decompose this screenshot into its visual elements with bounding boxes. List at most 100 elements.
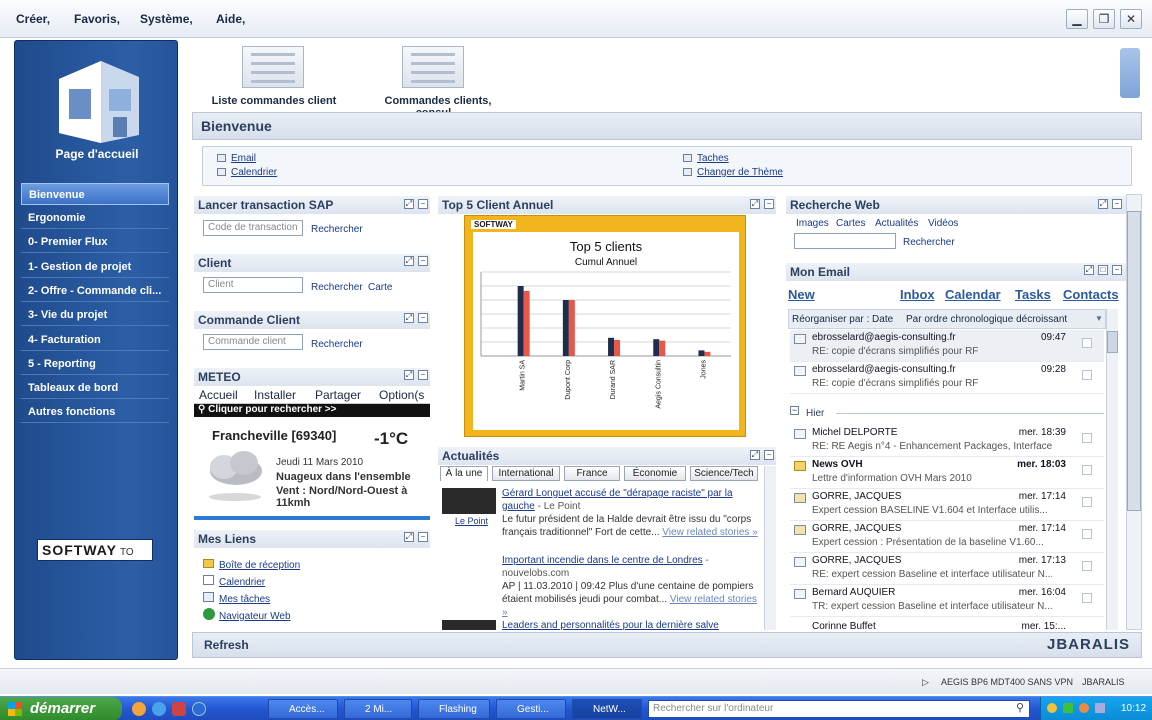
taskbar-search-input[interactable]: Rechercher sur l'ordinateur bbox=[648, 700, 1030, 718]
link-email[interactable]: Email bbox=[231, 153, 256, 164]
client-input[interactable]: Client bbox=[203, 277, 303, 293]
quick-liste-commandes[interactable]: Liste commandes client bbox=[206, 95, 342, 107]
sap-minimize-button[interactable]: − bbox=[418, 199, 428, 209]
nav-ergonomie[interactable]: Ergonomie bbox=[21, 207, 169, 229]
liens-minimize-button[interactable]: − bbox=[418, 532, 428, 542]
taskbar-flashing[interactable]: Flashing bbox=[418, 699, 490, 719]
news-related-1[interactable]: View related stories » bbox=[662, 527, 757, 538]
email-contacts[interactable]: Contacts bbox=[1063, 287, 1119, 302]
meteo-accueil[interactable]: Accueil bbox=[199, 388, 238, 402]
email-row[interactable]: ebrosselard@aegis-consulting.fr RE: copi… bbox=[790, 330, 1104, 362]
email-calendar[interactable]: Calendar bbox=[945, 287, 1001, 302]
flag-icon[interactable] bbox=[1082, 561, 1092, 571]
email-row[interactable]: GORRE, JACQUES Expert cession BASELINE V… bbox=[790, 489, 1104, 521]
actu-minimize-button[interactable]: − bbox=[764, 450, 774, 460]
client-map-button[interactable]: Carte bbox=[368, 282, 392, 293]
web-search-button[interactable]: Rechercher bbox=[903, 237, 955, 248]
nav-offre-commande[interactable]: 2- Offre - Commande cli... bbox=[21, 280, 169, 302]
email-tasks[interactable]: Tasks bbox=[1015, 287, 1051, 302]
client-search-button[interactable]: Rechercher bbox=[311, 282, 363, 293]
web-edit-button[interactable]: ⤢ bbox=[1098, 199, 1108, 209]
start-button[interactable]: démarrer bbox=[0, 697, 122, 720]
link-mes-taches[interactable]: Mes tâches bbox=[219, 594, 270, 605]
link-taches[interactable]: Taches bbox=[697, 153, 729, 164]
email-inbox[interactable]: Inbox bbox=[900, 287, 935, 302]
search-icon[interactable]: ⚲ bbox=[1016, 701, 1024, 714]
side-scroll-arrows[interactable] bbox=[1120, 48, 1140, 98]
top5-minimize-button[interactable]: − bbox=[764, 199, 774, 209]
flag-icon[interactable] bbox=[1082, 370, 1092, 380]
flag-icon[interactable] bbox=[1082, 593, 1092, 603]
sap-search-button[interactable]: Rechercher bbox=[311, 224, 363, 235]
nav-facturation[interactable]: 4- Facturation bbox=[21, 329, 169, 351]
news-headline-2[interactable]: Important incendie dans le centre de Lon… bbox=[502, 555, 703, 566]
news-headline-3[interactable]: Leaders and personnalités pour la derniè… bbox=[502, 620, 719, 630]
commande-input[interactable]: Commande client bbox=[203, 334, 303, 350]
flag-icon[interactable] bbox=[1082, 497, 1092, 507]
nav-tableaux-bord[interactable]: Tableaux de bord bbox=[21, 377, 169, 399]
commande-search-button[interactable]: Rechercher bbox=[311, 339, 363, 350]
web-tab-images[interactable]: Images bbox=[796, 218, 829, 229]
actu-tab-france[interactable]: France bbox=[564, 466, 620, 481]
nav-autres-fonctions[interactable]: Autres fonctions bbox=[21, 401, 169, 423]
quick-commandes-consul-icon[interactable] bbox=[402, 46, 464, 88]
taskbar-gesti[interactable]: Gesti... bbox=[496, 699, 566, 719]
nav-reporting[interactable]: 5 - Reporting bbox=[21, 353, 169, 375]
meteo-partager[interactable]: Partager bbox=[315, 388, 361, 402]
taskbar-acces[interactable]: Accès... bbox=[268, 699, 338, 719]
email-scrollbar[interactable] bbox=[1106, 309, 1118, 630]
link-calendrier[interactable]: Calendrier bbox=[231, 167, 277, 178]
sap-transaction-input[interactable]: Code de transaction bbox=[203, 220, 303, 236]
main-scrollbar[interactable] bbox=[1126, 194, 1142, 630]
web-tab-cartes[interactable]: Cartes bbox=[836, 218, 865, 229]
quick-liste-commandes-icon[interactable] bbox=[242, 46, 304, 88]
menu-systeme[interactable]: Système, bbox=[140, 12, 193, 26]
menu-creer[interactable]: Créer, bbox=[16, 12, 50, 26]
link-navigateur-web[interactable]: Navigateur Web bbox=[219, 611, 291, 622]
web-tab-actualites[interactable]: Actualités bbox=[875, 218, 918, 229]
actu-tab-international[interactable]: International bbox=[492, 466, 560, 481]
meteo-options[interactable]: Option(s bbox=[379, 388, 424, 402]
tray-icon[interactable] bbox=[1047, 703, 1057, 713]
email-row-unread[interactable]: News OVH Lettre d'information OVH Mars 2… bbox=[790, 457, 1104, 489]
minimize-button[interactable]: ▁ bbox=[1066, 9, 1088, 29]
menu-aide[interactable]: Aide, bbox=[216, 12, 245, 26]
news-thumb-source[interactable]: Le Point bbox=[455, 516, 488, 526]
ie-alt-icon[interactable] bbox=[192, 702, 206, 716]
tray-volume-icon[interactable] bbox=[1095, 703, 1105, 713]
tray-alert-icon[interactable] bbox=[1079, 703, 1089, 713]
link-changer-theme[interactable]: Changer de Thème bbox=[697, 167, 783, 178]
sap-edit-button[interactable]: ⤢ bbox=[404, 199, 414, 209]
app-icon[interactable] bbox=[172, 702, 186, 716]
meteo-minimize-button[interactable]: − bbox=[418, 370, 428, 380]
commande-minimize-button[interactable]: − bbox=[418, 313, 428, 323]
meteo-search-bar[interactable]: ⚲ Cliquer pour rechercher >> bbox=[194, 404, 430, 417]
email-new[interactable]: New bbox=[788, 287, 815, 302]
refresh-button[interactable]: Refresh bbox=[204, 638, 249, 652]
flag-icon[interactable] bbox=[1082, 465, 1092, 475]
menu-favoris[interactable]: Favoris, bbox=[74, 12, 120, 26]
flag-icon[interactable] bbox=[1082, 529, 1092, 539]
flag-icon[interactable] bbox=[1082, 338, 1092, 348]
client-edit-button[interactable]: ⤢ bbox=[404, 256, 414, 266]
commande-edit-button[interactable]: ⤢ bbox=[404, 313, 414, 323]
link-boite-reception[interactable]: Boîte de réception bbox=[219, 560, 300, 571]
nav-gestion-projet[interactable]: 1- Gestion de projet bbox=[21, 256, 169, 278]
actu-scrollbar[interactable] bbox=[764, 466, 776, 630]
web-tab-videos[interactable]: Vidéos bbox=[928, 218, 958, 229]
email-row[interactable]: Bernard AUQUIER TR: expert cession Basel… bbox=[790, 585, 1104, 617]
email-row[interactable]: GORRE, JACQUES Expert cession : Présenta… bbox=[790, 521, 1104, 553]
taskbar-mail[interactable]: 2 Mi... bbox=[344, 699, 412, 719]
actu-tab-une[interactable]: À la une bbox=[440, 466, 488, 481]
close-button[interactable]: ✕ bbox=[1120, 9, 1142, 29]
nav-vie-projet[interactable]: 3- Vie du projet bbox=[21, 304, 169, 326]
collapse-icon[interactable]: − bbox=[790, 406, 799, 415]
client-minimize-button[interactable]: − bbox=[418, 256, 428, 266]
tray-network-icon[interactable] bbox=[1063, 703, 1073, 713]
top5-edit-button[interactable]: ⤢ bbox=[750, 199, 760, 209]
link-calendrier-liens[interactable]: Calendrier bbox=[219, 577, 265, 588]
email-row[interactable]: Corinne Buffet mer. 15:... bbox=[790, 617, 1104, 630]
web-minimize-button[interactable]: − bbox=[1112, 199, 1122, 209]
email-edit-button[interactable]: ⤢ bbox=[1084, 265, 1094, 275]
actu-tab-economie[interactable]: Économie bbox=[624, 466, 686, 481]
